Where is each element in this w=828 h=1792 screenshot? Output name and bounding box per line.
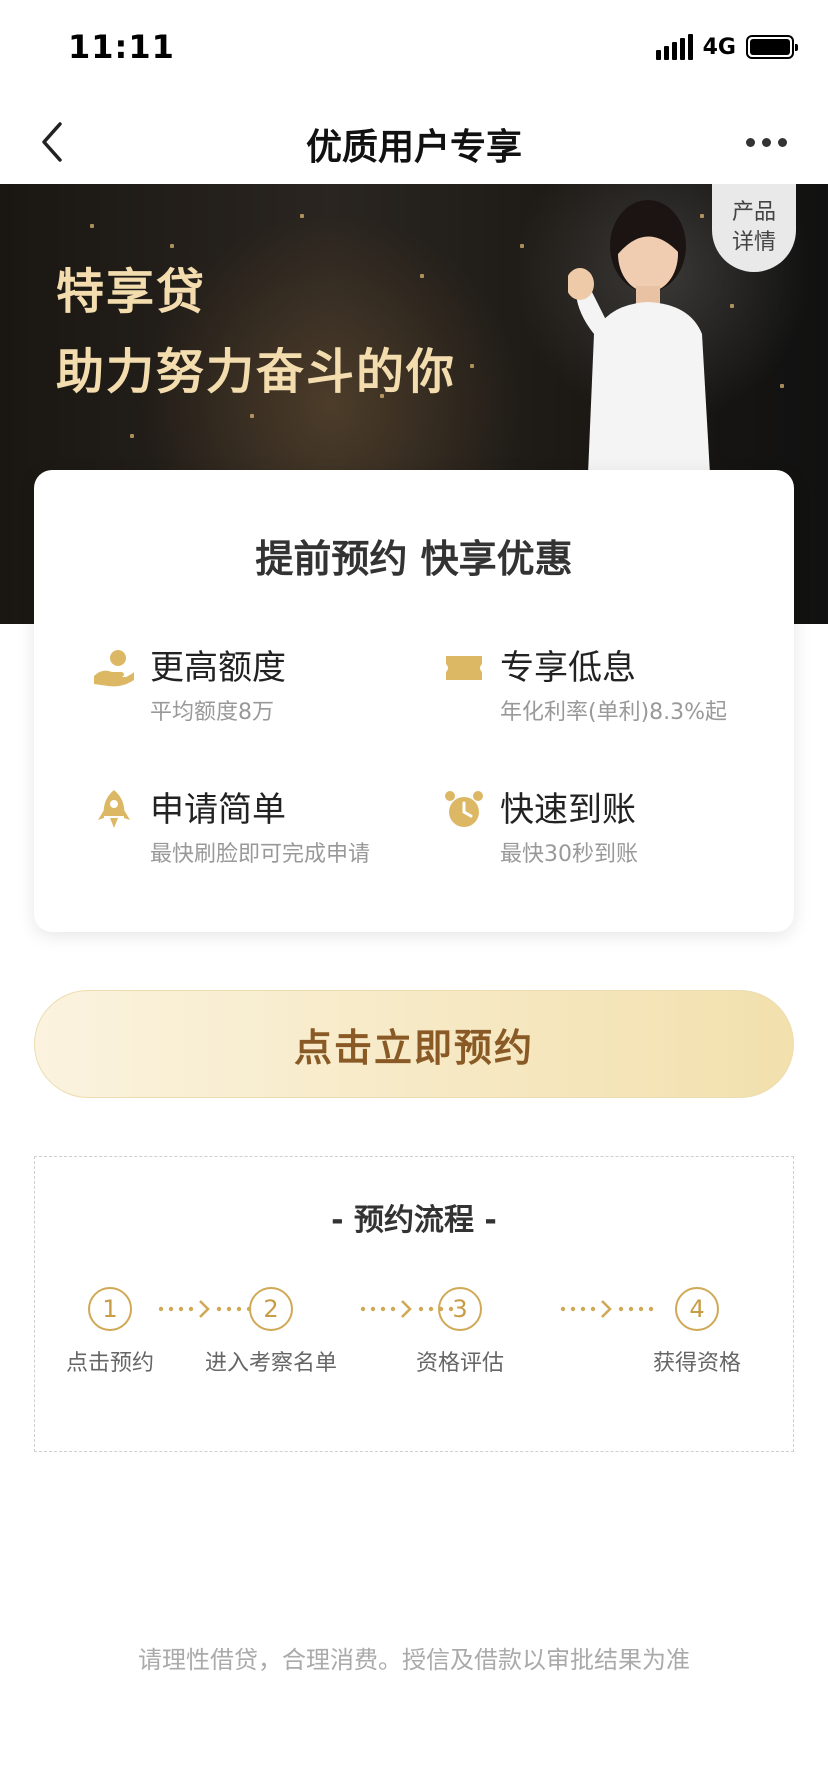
process-step: 4 获得资格 [622, 1287, 772, 1377]
feature-title: 更高额度 [150, 648, 286, 688]
feature-title: 快速到账 [500, 790, 636, 830]
step-number: 4 [675, 1287, 719, 1331]
reserve-now-button[interactable]: 点击立即预约 [34, 990, 794, 1098]
benefits-card: 提前预约 快享优惠 更高额度 平均额度8万 专享低息 年化利率(单利)8.3%起… [34, 470, 794, 932]
feature-title: 专享低息 [500, 648, 636, 688]
feature-item: 专享低息 年化利率(单利)8.3%起 [442, 646, 782, 736]
reservation-process: - 预约流程 - 1 点击预约 2 进入考察名单 3 资格评估 4 获得资格 [34, 1156, 794, 1452]
woman-photo [568, 200, 710, 474]
step-number: 2 [249, 1287, 293, 1331]
feature-item: 快速到账 最快30秒到账 [442, 788, 782, 878]
status-bar: 11:11 4G [0, 0, 828, 100]
feature-desc: 最快30秒到账 [500, 842, 638, 867]
feature-desc: 年化利率(单利)8.3%起 [500, 700, 728, 725]
card-title: 提前预约 快享优惠 [255, 537, 573, 581]
product-detail-label-2: 详情 [731, 230, 776, 255]
rocket-icon [98, 790, 130, 828]
hero-headline: 特享贷 [56, 264, 207, 320]
process-title: - 预约流程 - [331, 1203, 497, 1238]
product-detail-label-1: 产品 [731, 200, 776, 225]
battery-icon [746, 35, 798, 59]
signal-icon [655, 34, 693, 60]
nav-bar: 优质用户专享 [0, 100, 828, 184]
hero-subheadline: 助力努力奋斗的你 [56, 344, 457, 400]
page-title: 优质用户专享 [305, 127, 522, 168]
feature-title: 申请简单 [150, 790, 286, 830]
feature-desc: 最快刷脸即可完成申请 [150, 842, 371, 867]
more-dots-icon [745, 137, 755, 147]
feature-desc: 平均额度8万 [150, 700, 274, 725]
step-label: 资格评估 [415, 1351, 504, 1376]
product-detail-button[interactable]: 产品 详情 [712, 184, 796, 272]
status-time: 11:11 [68, 28, 175, 66]
hand-coin-icon [94, 650, 134, 687]
step-number: 3 [438, 1287, 482, 1331]
alarm-clock-icon [445, 791, 483, 827]
step-label: 点击预约 [65, 1351, 154, 1376]
disclaimer-text: 请理性借贷，合理消费。授信及借款以审批结果为准 [138, 1646, 690, 1674]
step-label: 获得资格 [652, 1351, 741, 1376]
more-button[interactable] [736, 118, 796, 166]
feature-item: 申请简单 最快刷脸即可完成申请 [92, 788, 432, 878]
process-step: 2 进入考察名单 [196, 1287, 346, 1377]
process-step: 3 资格评估 [385, 1287, 535, 1377]
network-type: 4G [702, 34, 736, 60]
step-number: 1 [88, 1287, 132, 1331]
step-label: 进入考察名单 [204, 1351, 337, 1376]
feature-item: 更高额度 平均额度8万 [92, 646, 432, 736]
ticket-icon [446, 656, 482, 680]
status-indicators: 4G [655, 34, 798, 60]
